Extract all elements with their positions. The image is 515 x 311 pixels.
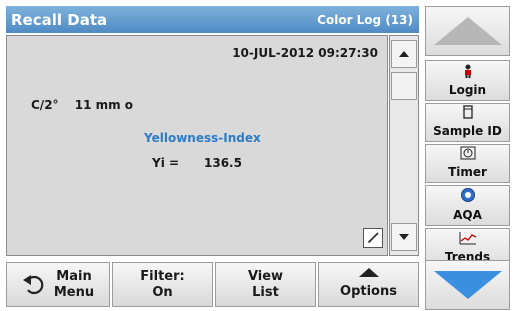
parameter-name: Yellowness-Index: [144, 131, 261, 145]
scroll-thumb[interactable]: [391, 72, 417, 100]
nav-up-button[interactable]: [425, 6, 510, 56]
options-button[interactable]: Options: [318, 262, 419, 307]
aqa-icon: [460, 187, 476, 206]
page-title: Recall Data: [11, 10, 108, 29]
arrow-down-icon: [399, 234, 409, 240]
options-label: Options: [340, 283, 397, 299]
c2-value: 11 mm o: [74, 98, 134, 112]
main-menu-label-2: Menu: [53, 284, 95, 300]
main-menu-label-1: Main: [56, 268, 92, 284]
main-menu-button[interactable]: Main Menu: [6, 262, 110, 307]
trend-chart-icon: [459, 231, 477, 248]
record-datetime: 10-JUL-2012 09:27:30: [232, 46, 378, 60]
scrollbar[interactable]: [389, 35, 419, 256]
log-count: Color Log (13): [317, 12, 413, 27]
arrow-up-icon: [433, 17, 502, 45]
filter-label: Filter:: [140, 268, 185, 284]
aqa-button[interactable]: AQA: [425, 185, 510, 226]
aqa-label: AQA: [453, 208, 482, 222]
sample-id-label: Sample ID: [433, 124, 502, 138]
c2-label: C/2°: [31, 98, 59, 112]
yi-label: Yi =: [152, 156, 180, 170]
filter-button[interactable]: Filter: On: [112, 262, 213, 307]
scroll-down-button[interactable]: [391, 223, 417, 251]
yi-value: 136.5: [204, 156, 242, 170]
view-list-button[interactable]: View List: [215, 262, 316, 307]
nav-down-button[interactable]: [425, 260, 510, 310]
sample-cup-icon: [462, 105, 474, 122]
view-label-2: List: [252, 284, 279, 300]
view-label-1: View: [247, 268, 284, 284]
back-arrow-icon: [22, 274, 46, 296]
title-bar: Recall Data Color Log (13): [6, 6, 419, 33]
sample-id-button[interactable]: Sample ID: [425, 103, 510, 142]
person-icon: [462, 64, 474, 81]
login-label: Login: [448, 83, 487, 97]
c2-row: C/2° 11 mm o: [31, 98, 133, 112]
timer-icon: [460, 146, 476, 163]
timer-button[interactable]: Timer: [425, 144, 510, 183]
filter-state: On: [152, 284, 173, 300]
scroll-up-button[interactable]: [391, 40, 417, 68]
options-up-icon: [358, 268, 379, 277]
arrow-down-icon: [433, 271, 502, 299]
login-button[interactable]: Login: [425, 60, 510, 101]
data-panel: 10-JUL-2012 09:27:30 C/2° 11 mm o Yellow…: [6, 35, 388, 256]
timer-label: Timer: [448, 165, 487, 179]
edit-icon[interactable]: [363, 228, 383, 248]
arrow-up-icon: [399, 51, 409, 57]
